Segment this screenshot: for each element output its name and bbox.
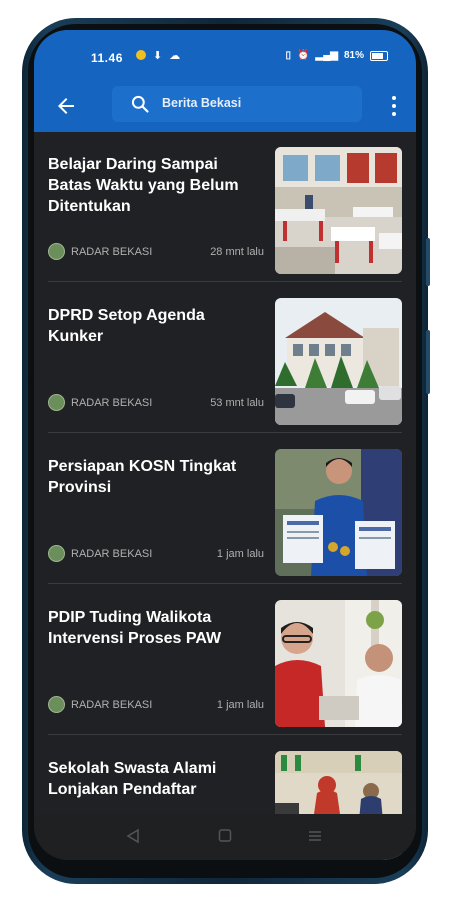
article-time: 53 mnt lalu	[210, 397, 264, 409]
article-title: Belajar Daring Sampai Batas Waktu yang B…	[48, 156, 239, 215]
article-time: 28 mnt lalu	[210, 246, 264, 258]
status-time: 11.46	[91, 51, 123, 65]
nav-home-icon[interactable]	[218, 828, 232, 844]
more-options-button[interactable]	[386, 93, 402, 119]
divider	[48, 432, 402, 433]
nav-menu-icon[interactable]	[308, 828, 322, 844]
battery-percent: 81%	[343, 50, 364, 61]
search-icon	[131, 95, 149, 113]
article-title: Sekolah Swasta Alami Lonjakan Pendaftar	[48, 760, 217, 798]
system-icons: ▯ ⏰ ▂▄▆ 81%	[286, 50, 388, 61]
source-logo-icon	[48, 394, 65, 411]
system-nav-bar	[34, 814, 416, 860]
article-source: RADAR BEKASI	[71, 397, 153, 409]
battery-icon	[370, 50, 388, 61]
app-bar: Berita Bekasi	[34, 80, 416, 132]
power-button	[426, 330, 430, 394]
article-title: Persiapan KOSN Tingkat Provinsi	[48, 458, 237, 496]
list-item[interactable]: Persiapan KOSN Tingkat Provinsi RADAR BE…	[34, 434, 416, 584]
arrow-left-icon	[58, 98, 74, 114]
article-source: RADAR BEKASI	[71, 699, 153, 711]
notification-icons: ⬇ ☁	[136, 49, 180, 62]
back-button[interactable]	[52, 92, 80, 120]
app-screen: 11.46 ⬇ ☁ ▯ ⏰ ▂▄▆ 81% Berita Bekasi Bela…	[34, 30, 416, 860]
source-logo-icon	[48, 696, 65, 713]
volume-button	[426, 238, 430, 286]
alarm-icon: ⏰	[297, 50, 310, 61]
divider	[48, 734, 402, 735]
dot	[392, 112, 396, 116]
cloud-icon: ☁	[169, 50, 181, 62]
divider	[48, 281, 402, 282]
search-query: Berita Bekasi	[162, 96, 242, 110]
vibrate-icon: ▯	[285, 50, 292, 61]
status-bar: 11.46 ⬇ ☁ ▯ ⏰ ▂▄▆ 81%	[34, 30, 416, 80]
dot	[392, 104, 396, 108]
dot	[392, 96, 396, 100]
article-title: DPRD Setop Agenda Kunker	[48, 307, 205, 345]
article-time: 1 jam lalu	[216, 548, 264, 560]
notification-app-icon	[136, 50, 146, 60]
list-item[interactable]: PDIP Tuding Walikota Intervensi Proses P…	[34, 585, 416, 735]
nav-back-icon[interactable]	[126, 828, 140, 844]
source-logo-icon	[48, 545, 65, 562]
article-thumbnail	[275, 449, 402, 576]
article-thumbnail	[275, 600, 402, 727]
divider	[48, 583, 402, 584]
download-icon: ⬇	[153, 50, 163, 62]
article-time: 1 jam lalu	[216, 699, 264, 711]
article-source: RADAR BEKASI	[71, 246, 153, 258]
article-thumbnail	[275, 147, 402, 274]
list-item[interactable]: DPRD Setop Agenda Kunker RADAR BEKASI 53…	[34, 283, 416, 433]
list-item[interactable]: Belajar Daring Sampai Batas Waktu yang B…	[34, 132, 416, 282]
article-thumbnail	[275, 298, 402, 425]
article-source: RADAR BEKASI	[71, 548, 153, 560]
source-logo-icon	[48, 243, 65, 260]
article-title: PDIP Tuding Walikota Intervensi Proses P…	[48, 609, 222, 647]
signal-icon: ▂▄▆	[315, 50, 338, 61]
search-input[interactable]: Berita Bekasi	[112, 86, 362, 122]
